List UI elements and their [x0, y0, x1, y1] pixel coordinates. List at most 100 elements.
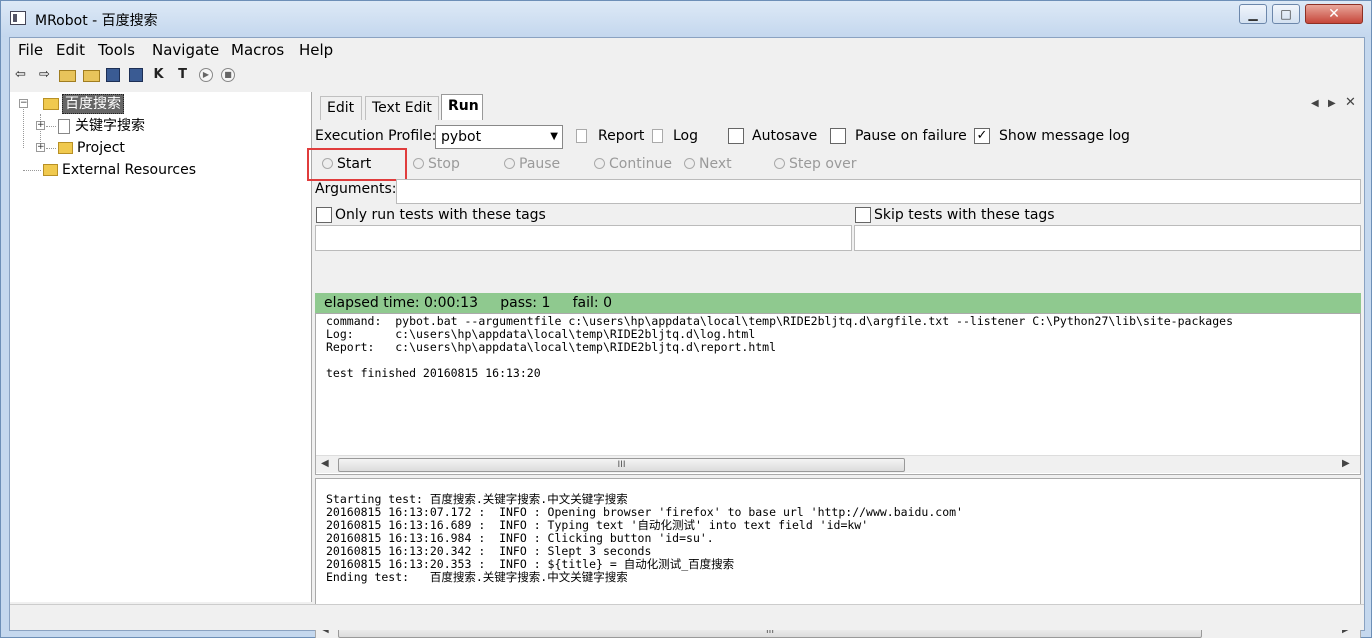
skip-tags-label: Skip tests with these tags: [874, 207, 1055, 223]
file-icon: [58, 118, 70, 134]
tab-text-edit[interactable]: Text Edit: [365, 96, 439, 120]
collapse-toggle-icon[interactable]: −: [19, 99, 28, 108]
window-title: MRobot - 百度搜索: [35, 13, 158, 29]
tree-item-label: 百度搜索: [62, 94, 124, 114]
next-label: Next: [699, 156, 732, 172]
scroll-right-icon[interactable]: ▶: [1342, 458, 1350, 469]
tab-prev-icon[interactable]: ◀: [1311, 98, 1319, 109]
open-test-suite-icon[interactable]: [59, 70, 76, 82]
app-window: MRobot - 百度搜索 ▁ □ ✕ File Edit Tools Navi…: [0, 0, 1372, 638]
only-run-tags-input[interactable]: [315, 225, 852, 251]
tree-item-external-resources[interactable]: External Resources: [43, 160, 196, 180]
save-all-icon[interactable]: [129, 68, 143, 82]
stop-icon: [413, 157, 424, 169]
scroll-left-icon[interactable]: ◀: [321, 458, 329, 469]
pause-button[interactable]: Pause: [504, 153, 560, 175]
step-over-icon: [774, 157, 785, 169]
minimize-button[interactable]: ▁: [1239, 4, 1267, 24]
close-button[interactable]: ✕: [1305, 4, 1363, 24]
tree-item-suite[interactable]: 关键字搜索: [58, 116, 145, 136]
tree-item-root[interactable]: 百度搜索: [43, 94, 124, 114]
menu-macros[interactable]: Macros: [231, 41, 284, 59]
report-button[interactable]: Report: [598, 128, 644, 144]
save-icon[interactable]: [106, 68, 120, 82]
tree-item-label: External Resources: [62, 162, 197, 178]
menu-navigate[interactable]: Navigate: [152, 41, 219, 59]
execution-profile-label: Execution Profile:: [315, 128, 437, 144]
project-tree: − 百度搜索 + 关键字搜索 + Project External Resour…: [10, 92, 312, 602]
stop-label: Stop: [428, 156, 460, 172]
only-run-tags-label: Only run tests with these tags: [335, 207, 546, 223]
arguments-label: Arguments:: [315, 181, 397, 197]
menu-tools[interactable]: Tools: [98, 41, 135, 59]
menu-file[interactable]: File: [18, 41, 43, 59]
menu-help[interactable]: Help: [299, 41, 333, 59]
expand-toggle-icon[interactable]: +: [36, 143, 45, 152]
tab-close-icon[interactable]: ✕: [1345, 95, 1356, 110]
tree-item-project[interactable]: Project: [58, 138, 125, 158]
app-icon: [10, 11, 26, 25]
only-run-tags-checkbox[interactable]: [316, 207, 332, 223]
resources-folder-icon: [43, 164, 58, 176]
output-hscrollbar[interactable]: ◀ III ▶: [316, 455, 1360, 473]
step-over-button[interactable]: Step over: [774, 153, 857, 175]
back-arrow-icon[interactable]: ⇦: [12, 67, 29, 83]
title-bar[interactable]: MRobot - 百度搜索 ▁ □ ✕: [1, 1, 1371, 37]
continue-button[interactable]: Continue: [594, 153, 672, 175]
output-log[interactable]: command: pybot.bat --argumentfile c:\use…: [315, 313, 1361, 475]
log-button[interactable]: Log: [673, 128, 698, 144]
output-line: test finished 20160815 16:13:20: [326, 366, 541, 380]
run-status-bar: elapsed time: 0:00:13 pass: 1 fail: 0: [315, 293, 1361, 313]
open-directory-icon[interactable]: [83, 70, 100, 82]
tree-item-label: Project: [77, 140, 125, 156]
next-icon: [684, 157, 695, 169]
menu-bar: File Edit Tools Navigate Macros Help: [10, 38, 1364, 62]
pause-on-failure-label: Pause on failure: [855, 128, 967, 144]
expand-toggle-icon[interactable]: +: [36, 121, 45, 130]
run-icon[interactable]: ▶: [199, 68, 213, 82]
tree-connector: [23, 170, 41, 171]
report-icon: [576, 129, 587, 143]
tree-item-label: 关键字搜索: [75, 118, 145, 134]
autosave-label: Autosave: [752, 128, 818, 144]
test-search-icon[interactable]: T: [174, 67, 191, 83]
maximize-button[interactable]: □: [1272, 4, 1300, 24]
status-bar: [10, 604, 1364, 630]
execution-profile-select[interactable]: pybot ▼: [435, 125, 563, 149]
show-message-log-checkbox[interactable]: ✓: [974, 128, 990, 144]
client-area: File Edit Tools Navigate Macros Help ⇦ ⇨…: [9, 37, 1365, 638]
project-folder-icon: [58, 142, 73, 154]
message-line: Ending test: 百度搜索.关键字搜索.中文关键字搜索: [326, 570, 628, 584]
keyword-search-icon[interactable]: K: [150, 67, 167, 83]
tree-connector: [23, 104, 24, 148]
scroll-thumb[interactable]: III: [338, 458, 905, 472]
toolbar: ⇦ ⇨ K T ▶ ■: [10, 64, 1364, 86]
continue-icon: [594, 157, 605, 169]
tab-edit[interactable]: Edit: [320, 96, 362, 120]
execution-profile-value: pybot: [441, 129, 482, 145]
autosave-checkbox[interactable]: [728, 128, 744, 144]
start-icon: [322, 157, 333, 169]
tree-connector: [46, 126, 56, 127]
step-over-label: Step over: [789, 156, 857, 172]
forward-arrow-icon[interactable]: ⇨: [36, 67, 53, 83]
chevron-down-icon: ▼: [550, 131, 558, 142]
tab-next-icon[interactable]: ▶: [1328, 98, 1336, 109]
stop-button[interactable]: Stop: [413, 153, 460, 175]
tab-run[interactable]: Run: [441, 94, 483, 120]
pause-on-failure-checkbox[interactable]: [830, 128, 846, 144]
pause-icon: [504, 157, 515, 169]
start-label: Start: [337, 156, 372, 172]
tree-connector: [46, 148, 56, 149]
stop-icon[interactable]: ■: [221, 68, 235, 82]
pause-label: Pause: [519, 156, 561, 172]
start-button[interactable]: Start: [322, 153, 371, 175]
show-message-log-label: Show message log: [999, 128, 1130, 144]
menu-edit[interactable]: Edit: [56, 41, 85, 59]
folder-icon: [43, 98, 59, 110]
continue-label: Continue: [609, 156, 672, 172]
skip-tags-input[interactable]: [854, 225, 1361, 251]
skip-tags-checkbox[interactable]: [855, 207, 871, 223]
next-button[interactable]: Next: [684, 153, 732, 175]
arguments-input[interactable]: [396, 179, 1361, 204]
